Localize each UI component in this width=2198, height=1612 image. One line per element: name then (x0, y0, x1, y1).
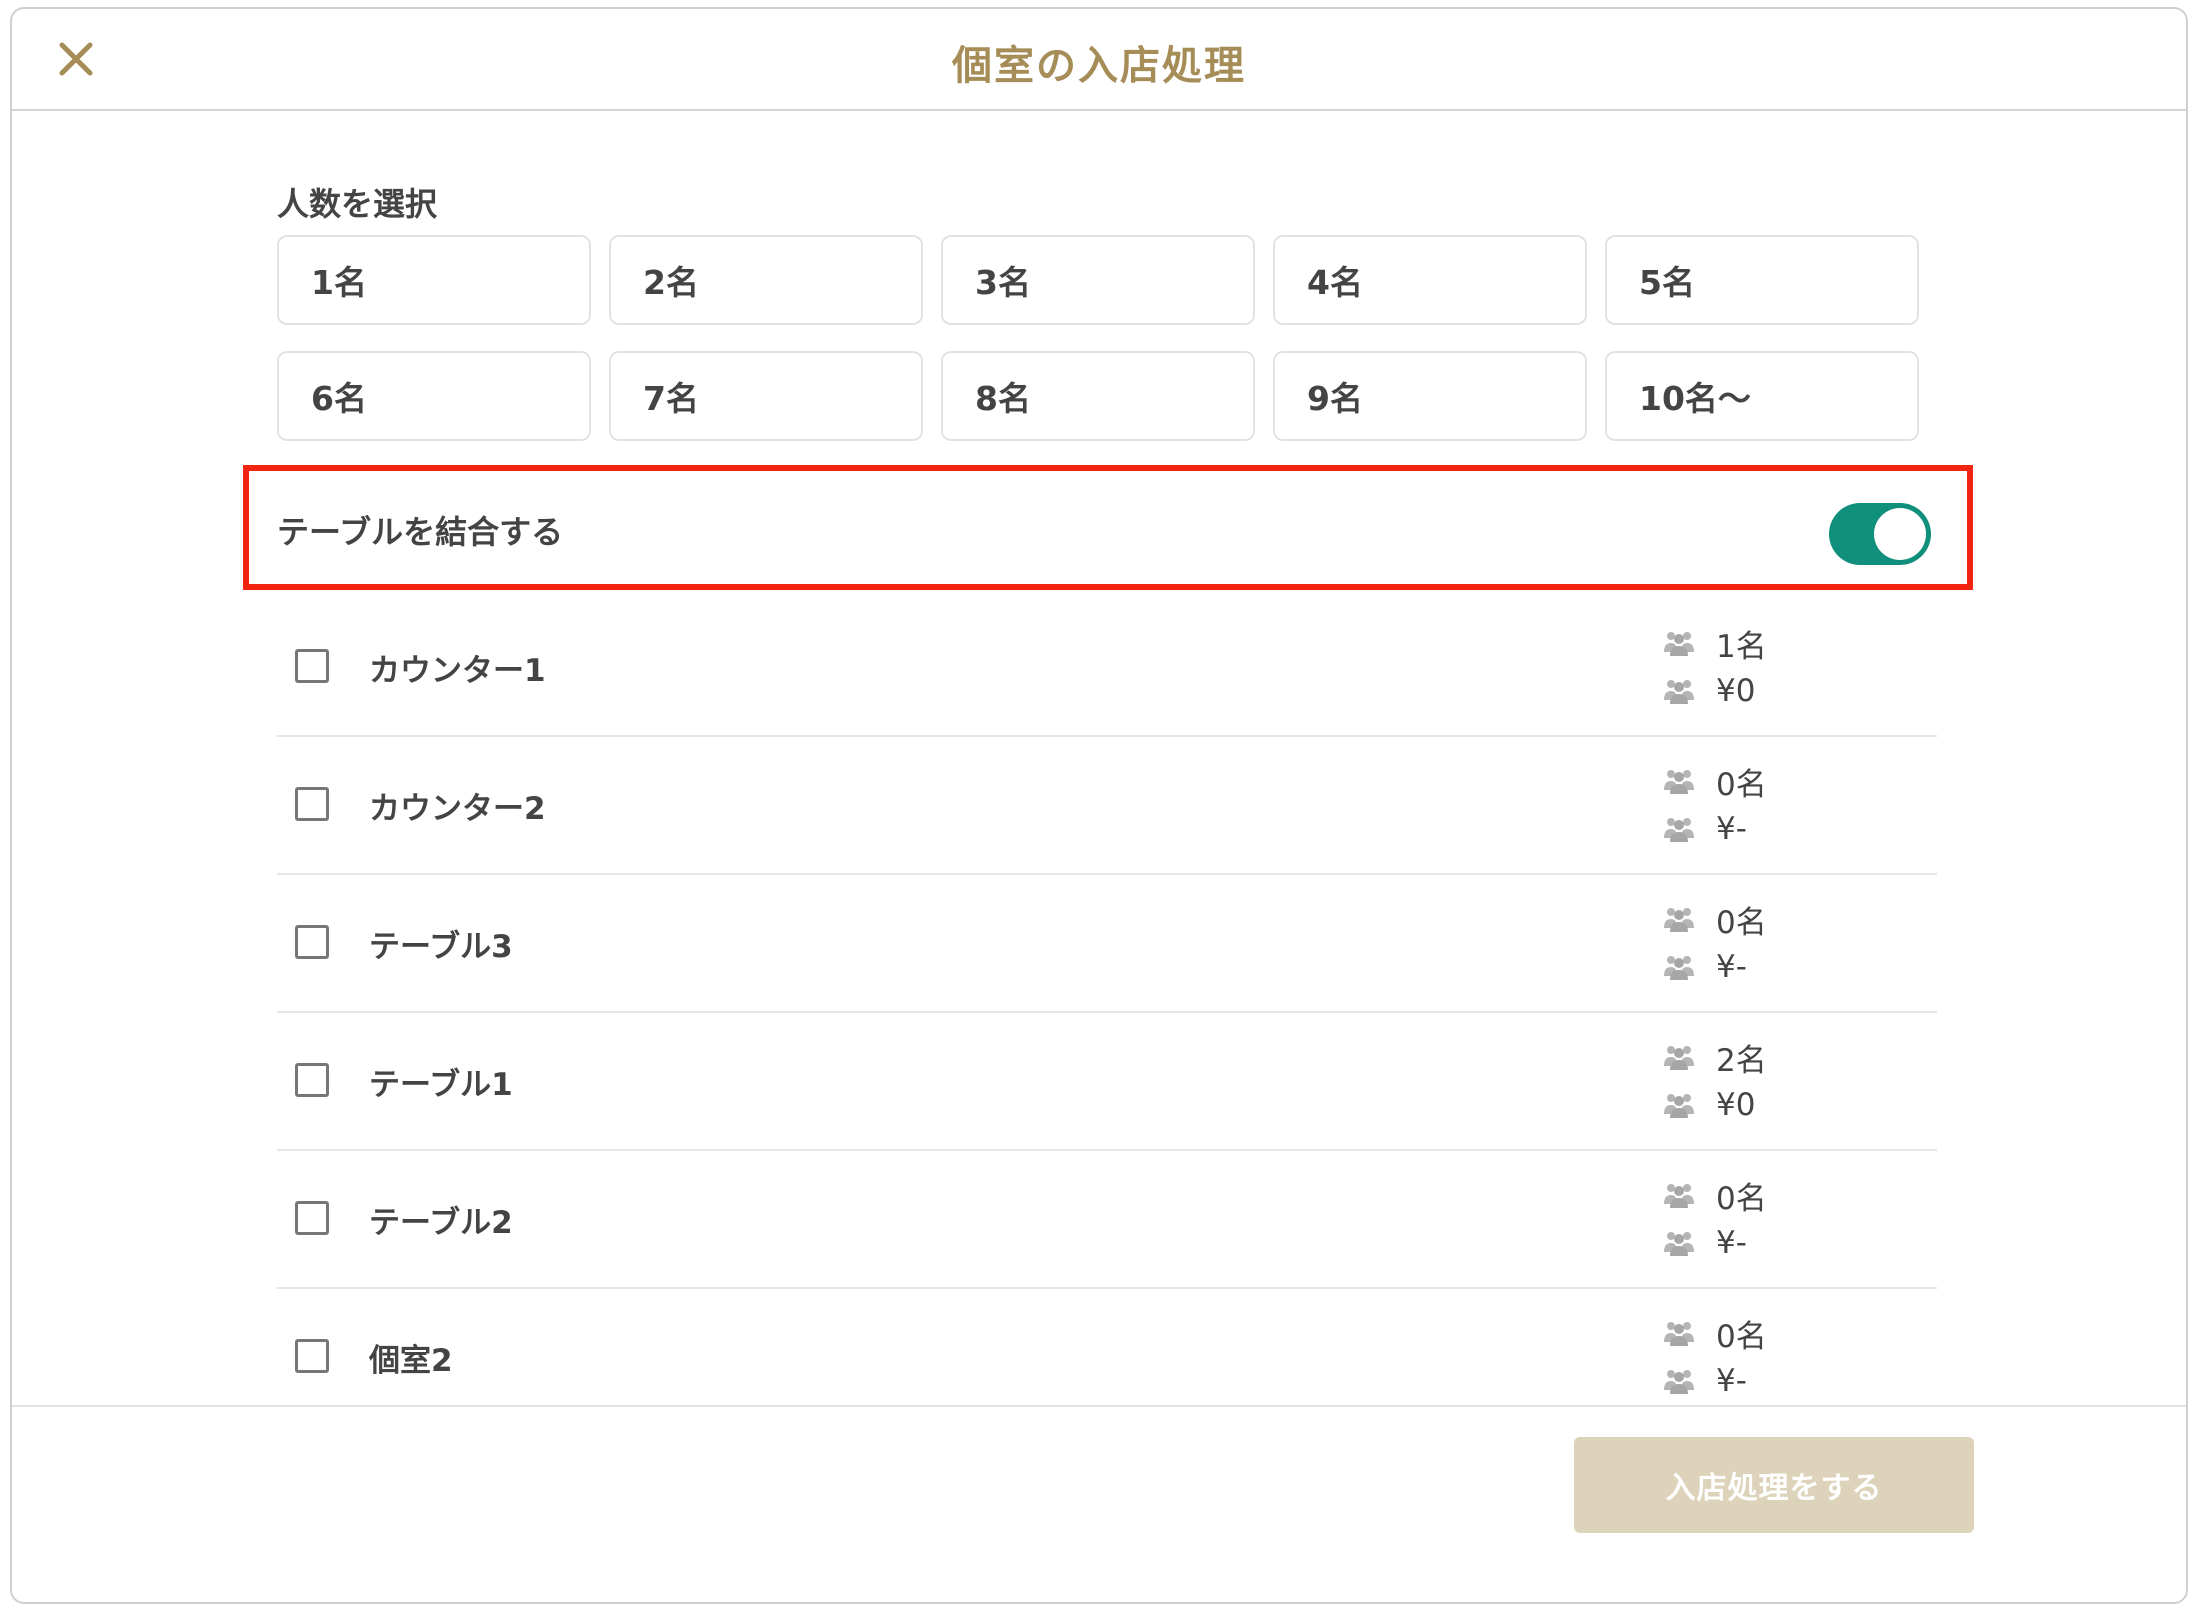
table-name: カウンター1 (369, 653, 546, 689)
people-icon (1664, 1094, 1694, 1118)
table-guest-count: 0名 (1716, 766, 1767, 803)
people-option-10-plus[interactable]: 10名〜 (1605, 351, 1919, 441)
people-count-label: 人数を選択 (277, 185, 438, 223)
table-amount: ¥- (1716, 1363, 1747, 1399)
table-list: カウンター1 1名 ¥0 カウンター2 0名 ¥- テーブル3 0名 ¥- テー… (277, 599, 1937, 1425)
people-icon (1664, 1232, 1694, 1256)
table-checkbox[interactable] (295, 649, 329, 683)
toggle-knob (1874, 508, 1926, 560)
table-row[interactable]: テーブル3 0名 ¥- (277, 875, 1937, 1013)
submit-entry-button[interactable]: 入店処理をする (1574, 1437, 1974, 1533)
people-option-5[interactable]: 5名 (1605, 235, 1919, 325)
people-icon (1664, 956, 1694, 980)
people-option-7[interactable]: 7名 (609, 351, 923, 441)
modal-title: 個室の入店処理 (952, 43, 1246, 89)
table-meta: 1名 ¥0 (1662, 619, 1767, 715)
modal: 個室の入店処理 人数を選択 1名 2名 3名 4名 5名 6名 7名 8名 9名… (10, 7, 2188, 1604)
table-checkbox[interactable] (295, 1201, 329, 1235)
combine-tables-label: テーブルを結合する (277, 513, 564, 551)
people-icon (1664, 1184, 1694, 1208)
table-amount: ¥0 (1716, 673, 1756, 709)
people-option-3[interactable]: 3名 (941, 235, 1255, 325)
people-icon (1664, 1322, 1694, 1346)
combine-tables-section: テーブルを結合する (243, 465, 1973, 590)
footer-divider (12, 1405, 2186, 1407)
table-checkbox[interactable] (295, 1339, 329, 1373)
people-option-6[interactable]: 6名 (277, 351, 591, 441)
table-checkbox[interactable] (295, 787, 329, 821)
table-row[interactable]: テーブル1 2名 ¥0 (277, 1013, 1937, 1151)
people-icon (1664, 1370, 1694, 1394)
table-meta: 0名 ¥- (1662, 1171, 1767, 1267)
people-option-1[interactable]: 1名 (277, 235, 591, 325)
table-name: テーブル3 (369, 929, 513, 965)
people-icon (1664, 818, 1694, 842)
people-icon (1664, 680, 1694, 704)
people-icon (1664, 1046, 1694, 1070)
table-guest-count: 0名 (1716, 904, 1767, 941)
people-option-2[interactable]: 2名 (609, 235, 923, 325)
table-guest-count: 2名 (1716, 1042, 1767, 1079)
table-guest-count: 1名 (1716, 628, 1767, 665)
table-guest-count: 0名 (1716, 1318, 1767, 1355)
table-name: テーブル1 (369, 1067, 513, 1103)
people-icon (1664, 632, 1694, 656)
table-checkbox[interactable] (295, 1063, 329, 1097)
table-meta: 0名 ¥- (1662, 757, 1767, 853)
people-option-9[interactable]: 9名 (1273, 351, 1587, 441)
table-row[interactable]: カウンター1 1名 ¥0 (277, 599, 1937, 737)
table-row[interactable]: カウンター2 0名 ¥- (277, 737, 1937, 875)
table-name: 個室2 (369, 1343, 453, 1379)
table-amount: ¥0 (1716, 1087, 1756, 1123)
people-option-8[interactable]: 8名 (941, 351, 1255, 441)
table-amount: ¥- (1716, 949, 1747, 985)
table-checkbox[interactable] (295, 925, 329, 959)
people-count-grid: 1名 2名 3名 4名 5名 6名 7名 8名 9名 10名〜 (277, 235, 1919, 441)
table-meta: 0名 ¥- (1662, 895, 1767, 991)
table-name: カウンター2 (369, 791, 546, 827)
combine-tables-toggle[interactable] (1829, 503, 1931, 565)
people-option-4[interactable]: 4名 (1273, 235, 1587, 325)
table-name: テーブル2 (369, 1205, 513, 1241)
people-icon (1664, 908, 1694, 932)
table-meta: 0名 ¥- (1662, 1309, 1767, 1405)
table-amount: ¥- (1716, 1225, 1747, 1261)
table-row[interactable]: テーブル2 0名 ¥- (277, 1151, 1937, 1289)
people-icon (1664, 770, 1694, 794)
table-meta: 2名 ¥0 (1662, 1033, 1767, 1129)
table-guest-count: 0名 (1716, 1180, 1767, 1217)
table-amount: ¥- (1716, 811, 1747, 847)
modal-header: 個室の入店処理 (12, 9, 2186, 111)
